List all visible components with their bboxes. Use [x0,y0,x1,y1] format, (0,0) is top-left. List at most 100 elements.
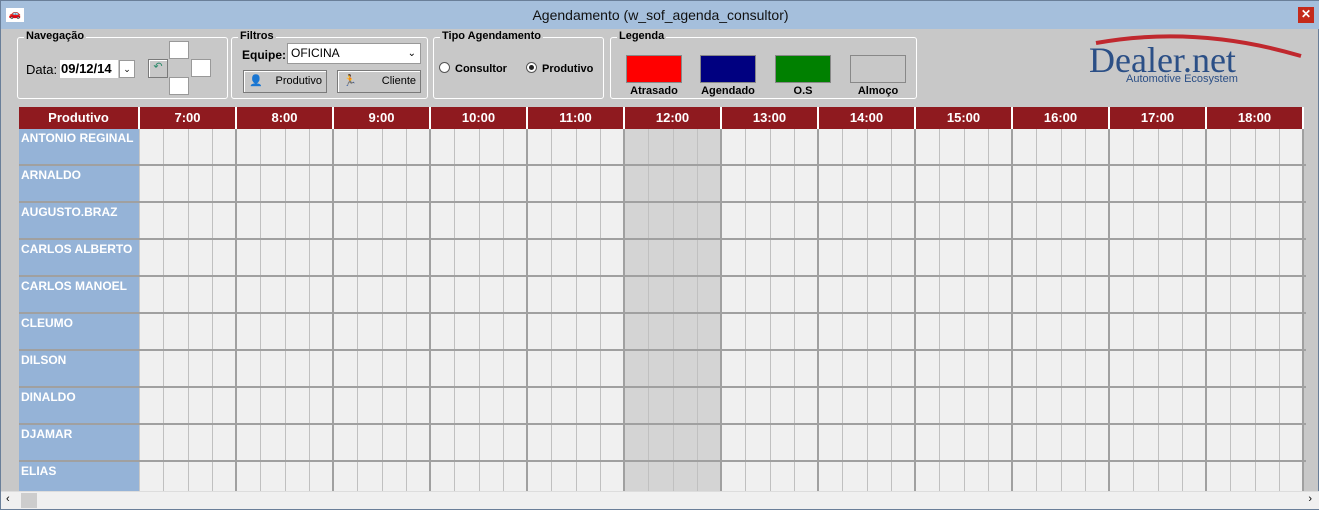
time-slot[interactable] [964,240,989,275]
time-slot[interactable] [140,351,165,386]
time-slot[interactable] [843,425,868,460]
time-slot[interactable] [406,166,431,201]
time-slot[interactable] [649,425,674,460]
time-slot[interactable] [1182,240,1207,275]
time-slot[interactable] [673,129,698,164]
time-slot[interactable] [406,351,431,386]
time-slot[interactable] [1085,129,1110,164]
time-slot[interactable] [382,314,407,349]
time-slot[interactable] [1037,462,1062,491]
time-slot[interactable] [819,351,844,386]
time-slot[interactable] [140,277,165,312]
time-slot[interactable] [697,314,722,349]
time-slot[interactable] [988,462,1013,491]
time-slot[interactable] [188,388,213,423]
time-slot[interactable] [503,277,528,312]
time-slot[interactable] [1182,425,1207,460]
time-slot[interactable] [552,462,577,491]
time-slot[interactable] [940,129,965,164]
time-slot[interactable] [455,314,480,349]
time-slot[interactable] [1061,277,1086,312]
time-slot[interactable] [770,240,795,275]
time-slot[interactable] [576,314,601,349]
time-slot[interactable] [697,166,722,201]
time-slot[interactable] [988,166,1013,201]
time-slot[interactable] [697,240,722,275]
time-slot[interactable] [406,388,431,423]
time-slot[interactable] [916,462,941,491]
time-slot[interactable] [528,425,553,460]
date-input[interactable]: 09/12/14 [60,60,118,78]
time-slot[interactable] [1061,203,1086,238]
time-slot[interactable] [819,388,844,423]
time-slot[interactable] [309,240,334,275]
time-slot[interactable] [479,240,504,275]
time-slot[interactable] [237,240,262,275]
time-slot[interactable] [1085,166,1110,201]
time-slot[interactable] [140,240,165,275]
time-slot[interactable] [770,314,795,349]
time-slot[interactable] [212,351,237,386]
time-slot[interactable] [309,388,334,423]
time-slot[interactable] [1158,351,1183,386]
time-slot[interactable] [285,166,310,201]
time-slot[interactable] [188,277,213,312]
time-slot[interactable] [673,166,698,201]
time-slot[interactable] [746,166,771,201]
time-slot[interactable] [649,388,674,423]
time-slot[interactable] [819,425,844,460]
time-slot[interactable] [212,166,237,201]
time-slot[interactable] [1013,388,1038,423]
time-slot[interactable] [1255,129,1280,164]
time-slot[interactable] [382,277,407,312]
time-slot[interactable] [164,203,189,238]
time-slot[interactable] [916,129,941,164]
time-slot[interactable] [528,388,553,423]
time-slot[interactable] [334,203,359,238]
time-slot[interactable] [503,462,528,491]
time-slot[interactable] [625,351,650,386]
time-slot[interactable] [334,277,359,312]
time-slot[interactable] [576,425,601,460]
time-slot[interactable] [722,388,747,423]
time-slot[interactable] [649,351,674,386]
time-slot[interactable] [552,351,577,386]
time-slot[interactable] [1134,314,1159,349]
time-slot[interactable] [1255,462,1280,491]
today-back-button[interactable]: ↶ [148,59,168,78]
time-slot[interactable] [382,462,407,491]
time-slot[interactable] [1279,240,1304,275]
time-slot[interactable] [1110,129,1135,164]
time-slot[interactable] [1158,314,1183,349]
time-slot[interactable] [1013,240,1038,275]
time-slot[interactable] [237,203,262,238]
time-slot[interactable] [1207,166,1232,201]
time-slot[interactable] [1158,240,1183,275]
time-slot[interactable] [843,203,868,238]
time-slot[interactable] [988,129,1013,164]
time-slot[interactable] [261,462,286,491]
time-slot[interactable] [891,240,916,275]
time-slot[interactable] [261,166,286,201]
time-slot[interactable] [649,203,674,238]
time-slot[interactable] [697,351,722,386]
time-slot[interactable] [940,277,965,312]
time-slot[interactable] [237,314,262,349]
time-slot[interactable] [673,277,698,312]
time-slot[interactable] [261,351,286,386]
time-slot[interactable] [455,129,480,164]
time-slot[interactable] [1037,240,1062,275]
time-slot[interactable] [528,240,553,275]
time-slot[interactable] [164,388,189,423]
time-slot[interactable] [1013,425,1038,460]
time-slot[interactable] [722,462,747,491]
time-slot[interactable] [503,240,528,275]
time-slot[interactable] [212,388,237,423]
time-slot[interactable] [1134,277,1159,312]
time-slot[interactable] [334,129,359,164]
time-slot[interactable] [940,388,965,423]
time-slot[interactable] [794,166,819,201]
time-slot[interactable] [1134,240,1159,275]
time-slot[interactable] [1255,277,1280,312]
time-slot[interactable] [528,129,553,164]
